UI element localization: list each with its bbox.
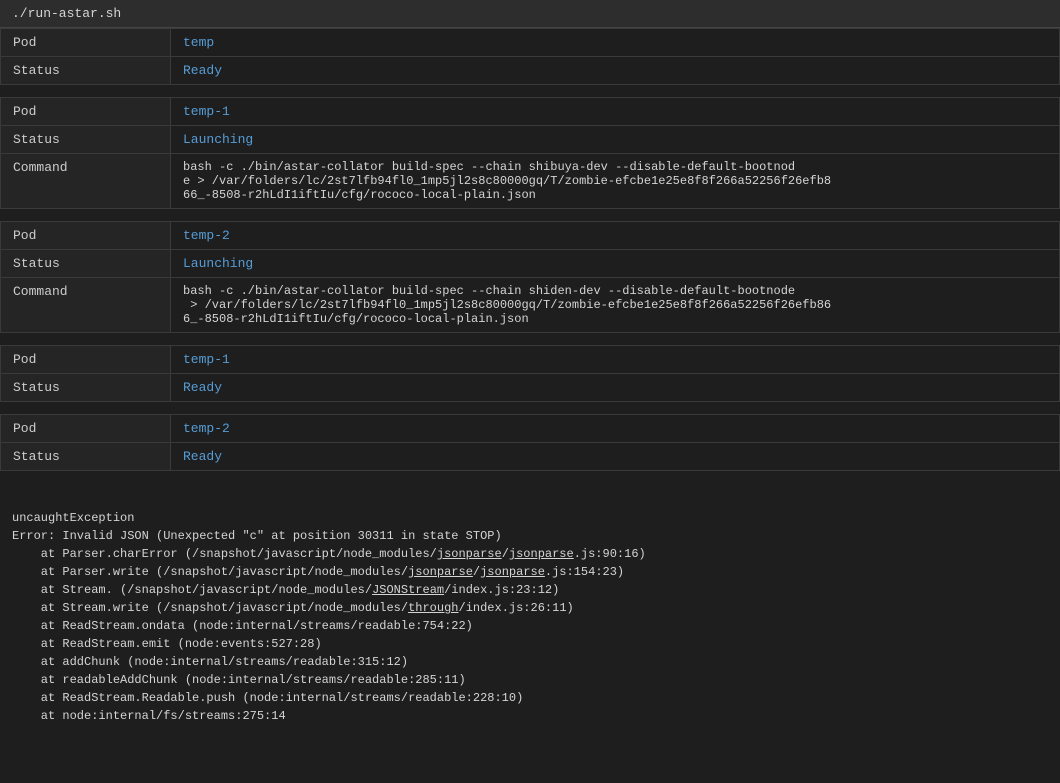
- error-line: at addChunk (node:internal/streams/reada…: [12, 653, 1048, 671]
- info-table-1: Podtemp-1StatusLaunchingCommandbash -c .…: [0, 97, 1060, 209]
- info-table-0: PodtempStatusReady: [0, 28, 1060, 85]
- table-row: Podtemp-2: [1, 222, 1060, 250]
- error-link: jsonparse: [408, 565, 473, 579]
- table-row: Podtemp-2: [1, 415, 1060, 443]
- error-line: at Stream.write (/snapshot/javascript/no…: [12, 599, 1048, 617]
- title-bar: ./run-astar.sh: [0, 0, 1060, 28]
- error-link: through: [408, 601, 458, 615]
- value-cell-2-0: temp-2: [171, 222, 1060, 250]
- main-content: PodtempStatusReadyPodtemp-1StatusLaunchi…: [0, 28, 1060, 471]
- table-row: StatusLaunching: [1, 126, 1060, 154]
- table-row: StatusReady: [1, 374, 1060, 402]
- info-table-4: Podtemp-2StatusReady: [0, 414, 1060, 471]
- label-cell-1-2: Command: [1, 154, 171, 209]
- table-row: Podtemp: [1, 29, 1060, 57]
- table-row: StatusReady: [1, 443, 1060, 471]
- error-line: Error: Invalid JSON (Unexpected "c" at p…: [12, 527, 1048, 545]
- label-cell-4-0: Pod: [1, 415, 171, 443]
- label-cell-3-0: Pod: [1, 346, 171, 374]
- error-link: jsonparse: [509, 547, 574, 561]
- value-cell-3-0: temp-1: [171, 346, 1060, 374]
- value-cell-2-1: Launching: [171, 250, 1060, 278]
- table-row: StatusReady: [1, 57, 1060, 85]
- error-line: at ReadStream.ondata (node:internal/stre…: [12, 617, 1048, 635]
- label-cell-2-2: Command: [1, 278, 171, 333]
- info-table-3: Podtemp-1StatusReady: [0, 345, 1060, 402]
- error-line: at ReadStream.Readable.push (node:intern…: [12, 689, 1048, 707]
- error-link: jsonparse: [480, 565, 545, 579]
- value-cell-0-1: Ready: [171, 57, 1060, 85]
- error-line: at node:internal/fs/streams:275:14: [12, 707, 1048, 725]
- label-cell-2-0: Pod: [1, 222, 171, 250]
- error-line: at ReadStream.emit (node:events:527:28): [12, 635, 1048, 653]
- label-cell-1-0: Pod: [1, 98, 171, 126]
- value-cell-4-0: temp-2: [171, 415, 1060, 443]
- table-row: Podtemp-1: [1, 98, 1060, 126]
- label-cell-4-1: Status: [1, 443, 171, 471]
- table-row: Commandbash -c ./bin/astar-collator buil…: [1, 154, 1060, 209]
- label-cell-3-1: Status: [1, 374, 171, 402]
- info-table-2: Podtemp-2StatusLaunchingCommandbash -c .…: [0, 221, 1060, 333]
- error-line: at readableAddChunk (node:internal/strea…: [12, 671, 1048, 689]
- error-line: at Parser.write (/snapshot/javascript/no…: [12, 563, 1048, 581]
- value-cell-1-2: bash -c ./bin/astar-collator build-spec …: [171, 154, 1060, 209]
- error-section: uncaughtExceptionError: Invalid JSON (Un…: [0, 483, 1060, 733]
- error-line: at Stream. (/snapshot/javascript/node_mo…: [12, 581, 1048, 599]
- value-cell-0-0: temp: [171, 29, 1060, 57]
- label-cell-0-0: Pod: [1, 29, 171, 57]
- value-cell-3-1: Ready: [171, 374, 1060, 402]
- error-link: jsonparse: [437, 547, 502, 561]
- value-cell-4-1: Ready: [171, 443, 1060, 471]
- title-text: ./run-astar.sh: [12, 6, 121, 21]
- value-cell-1-0: temp-1: [171, 98, 1060, 126]
- value-cell-1-1: Launching: [171, 126, 1060, 154]
- label-cell-0-1: Status: [1, 57, 171, 85]
- value-cell-2-2: bash -c ./bin/astar-collator build-spec …: [171, 278, 1060, 333]
- table-row: StatusLaunching: [1, 250, 1060, 278]
- error-line: at Parser.charError (/snapshot/javascrip…: [12, 545, 1048, 563]
- table-row: Commandbash -c ./bin/astar-collator buil…: [1, 278, 1060, 333]
- label-cell-1-1: Status: [1, 126, 171, 154]
- error-link: JSONStream: [372, 583, 444, 597]
- error-line: uncaughtException: [12, 509, 1048, 527]
- table-row: Podtemp-1: [1, 346, 1060, 374]
- label-cell-2-1: Status: [1, 250, 171, 278]
